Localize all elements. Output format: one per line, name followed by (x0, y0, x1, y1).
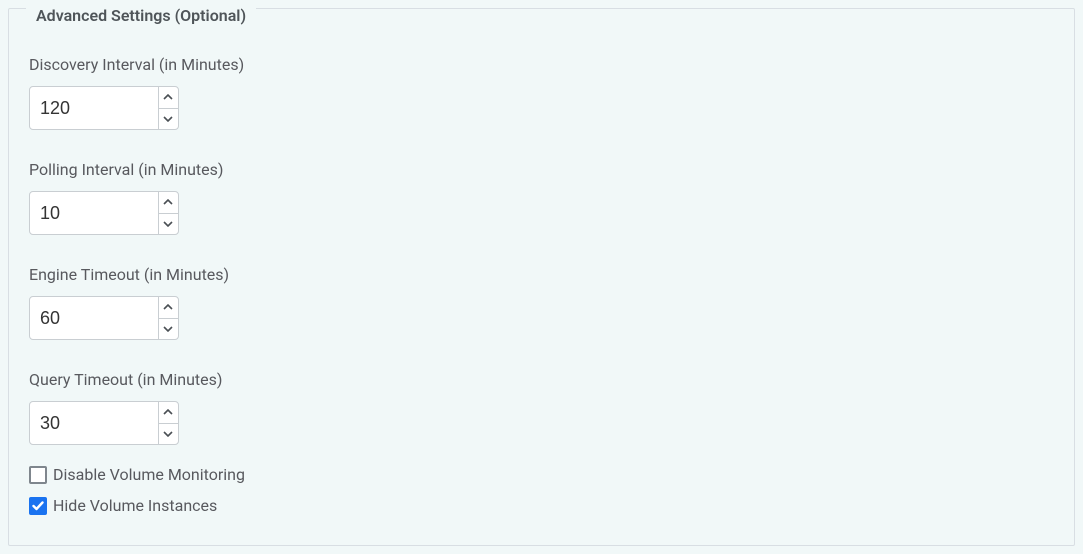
checkbox-checked-icon[interactable] (29, 497, 47, 515)
discovery-interval-group: Discovery Interval (in Minutes) (29, 55, 1054, 130)
chevron-down-icon[interactable] (159, 424, 178, 445)
hide-volume-instances-label: Hide Volume Instances (53, 496, 217, 515)
query-timeout-stepper[interactable] (29, 401, 179, 445)
chevron-down-icon[interactable] (159, 319, 178, 340)
discovery-interval-label: Discovery Interval (in Minutes) (29, 55, 1054, 74)
polling-interval-input[interactable] (30, 192, 158, 234)
engine-timeout-group: Engine Timeout (in Minutes) (29, 265, 1054, 340)
chevron-up-icon[interactable] (159, 402, 178, 424)
query-timeout-label: Query Timeout (in Minutes) (29, 370, 1054, 389)
engine-timeout-stepper[interactable] (29, 296, 179, 340)
query-timeout-input[interactable] (30, 402, 158, 444)
chevron-up-icon[interactable] (159, 87, 178, 109)
engine-timeout-input[interactable] (30, 297, 158, 339)
query-timeout-group: Query Timeout (in Minutes) (29, 370, 1054, 445)
chevron-up-icon[interactable] (159, 192, 178, 214)
discovery-interval-stepper[interactable] (29, 86, 179, 130)
chevron-down-icon[interactable] (159, 109, 178, 130)
fieldset-legend: Advanced Settings (Optional) (26, 6, 256, 25)
chevron-up-icon[interactable] (159, 297, 178, 319)
polling-interval-label: Polling Interval (in Minutes) (29, 160, 1054, 179)
disable-volume-monitoring-label: Disable Volume Monitoring (53, 465, 245, 484)
advanced-settings-fieldset: Advanced Settings (Optional) Discovery I… (8, 8, 1075, 546)
hide-volume-instances-row[interactable]: Hide Volume Instances (29, 496, 1054, 515)
disable-volume-monitoring-row[interactable]: Disable Volume Monitoring (29, 465, 1054, 484)
discovery-interval-input[interactable] (30, 87, 158, 129)
polling-interval-group: Polling Interval (in Minutes) (29, 160, 1054, 235)
engine-timeout-label: Engine Timeout (in Minutes) (29, 265, 1054, 284)
polling-interval-stepper[interactable] (29, 191, 179, 235)
chevron-down-icon[interactable] (159, 214, 178, 235)
checkbox-unchecked-icon[interactable] (29, 466, 47, 484)
